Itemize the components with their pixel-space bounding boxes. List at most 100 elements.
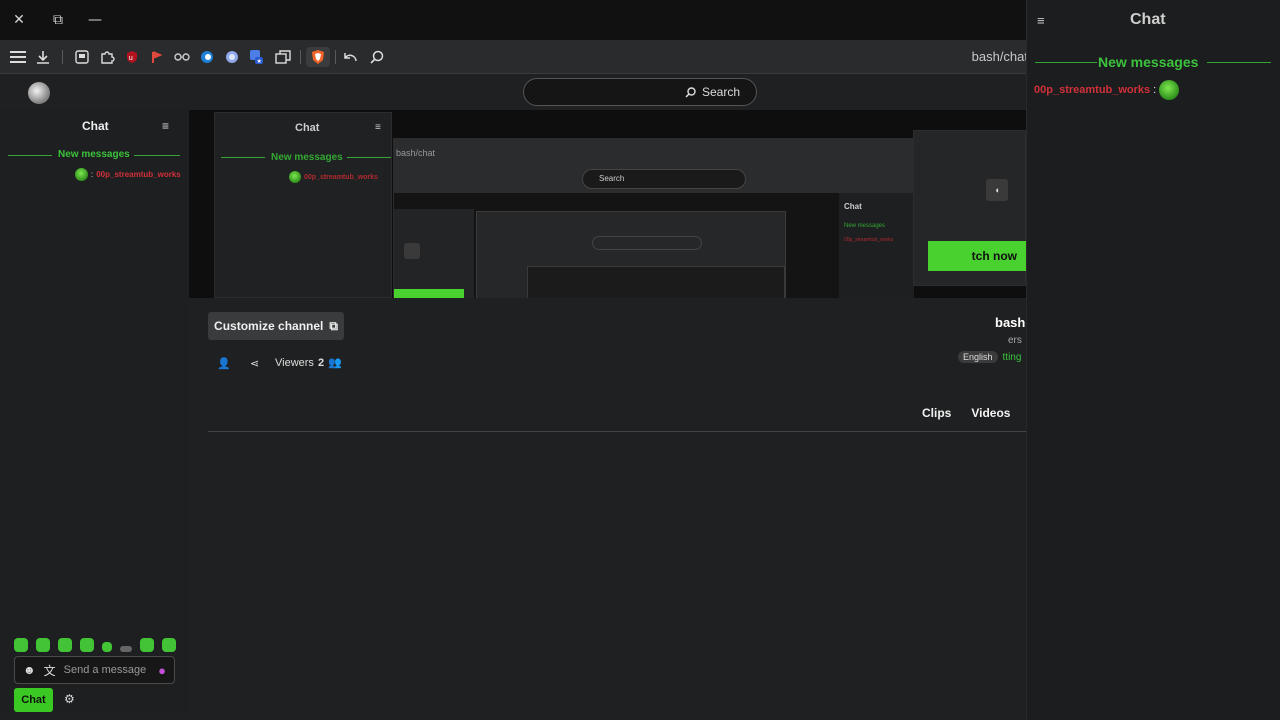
user-avatar[interactable] xyxy=(28,82,50,104)
divider-line xyxy=(1207,62,1271,63)
nested-chat-message: 00p_streamtub_works xyxy=(289,171,378,183)
minimize-window-icon[interactable]: — xyxy=(85,10,105,30)
flag-icon[interactable] xyxy=(146,47,166,67)
viewers-icon: 👥 xyxy=(328,357,342,369)
share-icon[interactable]: ⋖ xyxy=(250,357,259,370)
divider-line xyxy=(134,155,180,156)
viewers-number: 2 xyxy=(317,356,325,369)
add-friend-icon[interactable]: 👤 xyxy=(217,357,231,370)
nested-username-2: 00p_streamtub_works xyxy=(844,237,894,243)
customize-channel-button[interactable]: Customize channel ⧉ xyxy=(208,312,344,340)
divider-line xyxy=(8,155,52,156)
emote-icon[interactable] xyxy=(140,638,154,652)
nested-new-messages-2: New messages xyxy=(844,223,886,229)
emote-icon[interactable] xyxy=(36,638,50,652)
channel-category: English tting xyxy=(958,351,1021,363)
chat-collapse-icon[interactable]: ≡ xyxy=(162,119,169,133)
address-bar-url[interactable]: bash/chat xyxy=(972,49,1028,64)
channel-followers: ers xyxy=(1008,335,1022,346)
edge-icon[interactable] xyxy=(197,47,217,67)
search-icon xyxy=(685,86,696,98)
frog-emote-icon xyxy=(1159,80,1180,100)
nested-page: Chat New messages 00p_streamtub_works xyxy=(394,193,914,298)
watch-now-button: tch now xyxy=(928,241,1026,271)
menu-icon[interactable] xyxy=(8,47,28,67)
circle-icon[interactable] xyxy=(222,47,242,67)
message-input[interactable]: ☻ 文 Send a message ● xyxy=(14,656,175,684)
tab-videos[interactable]: Videos xyxy=(971,406,1010,420)
tab-clips[interactable]: Clips xyxy=(922,406,951,420)
tab-icon[interactable] xyxy=(273,47,293,67)
chat-title: Chat xyxy=(82,119,109,133)
nested-chat-panel: Chat ≡ New messages 00p_streamtub_works xyxy=(214,112,392,298)
language-tag[interactable]: English xyxy=(958,351,998,363)
emote-bar xyxy=(14,638,176,652)
viewer-count: Viewers 2 👥 xyxy=(275,356,342,370)
category-link[interactable]: tting xyxy=(1003,352,1022,363)
download-icon[interactable] xyxy=(33,47,53,67)
emote-icon[interactable] xyxy=(58,638,72,652)
emoji-icon[interactable]: ☻ xyxy=(23,663,36,677)
toolbar-divider xyxy=(62,50,63,64)
volume-icon: ◖ xyxy=(986,179,1008,201)
screenshot-icon[interactable] xyxy=(72,47,92,67)
message-placeholder: Send a message xyxy=(63,664,147,676)
message-username[interactable]: 00p_streamtub_works xyxy=(1034,84,1150,96)
glasses-icon[interactable] xyxy=(172,47,192,67)
nested-search-2 xyxy=(592,236,702,250)
search-icon[interactable] xyxy=(367,47,387,67)
chat-title: Chat xyxy=(1130,11,1166,28)
ublock-icon[interactable]: u xyxy=(122,47,142,67)
chat-message: : 00p_streamtub_works xyxy=(75,168,181,181)
nested-watch-button xyxy=(394,289,464,298)
message-separator: : xyxy=(91,170,94,179)
extensions-icon[interactable] xyxy=(97,47,117,67)
chat-message: 00p_streamtub_works : xyxy=(1034,80,1180,100)
nested-chat-title: Chat xyxy=(295,122,320,134)
settings-gear-icon[interactable]: ⚙ xyxy=(64,692,75,706)
nested-volume-icon xyxy=(404,243,420,259)
new-messages-label: New messages xyxy=(58,149,130,160)
divider-line xyxy=(221,157,265,158)
chat-send-button[interactable]: Chat xyxy=(14,688,53,712)
nested-browser: bash/chat Search Chat New messages 00p_s… xyxy=(393,138,914,298)
stream-player[interactable]: Chat ≡ New messages 00p_streamtub_works … xyxy=(189,110,1026,298)
svg-text:★: ★ xyxy=(257,58,262,65)
nested-player-card xyxy=(394,209,474,298)
translate-icon[interactable]: 文 xyxy=(44,662,56,679)
page-content: Search Chat ≡ New messages : 00p_streamt… xyxy=(0,74,1026,720)
divider-line xyxy=(1035,62,1097,63)
nested-collapse-icon: ≡ xyxy=(375,122,381,133)
search-bar[interactable]: Search xyxy=(523,78,757,106)
toolbar-divider xyxy=(335,50,336,64)
emote-icon[interactable] xyxy=(102,642,112,652)
nested-browser-2 xyxy=(476,211,786,298)
microphone-icon[interactable]: ● xyxy=(158,663,166,678)
search-label: Search xyxy=(701,85,740,99)
channel-tabs: Clips Videos xyxy=(922,406,1010,420)
restore-window-icon[interactable]: ⧉ xyxy=(48,10,68,30)
frog-emote-icon xyxy=(75,168,88,181)
emote-icon[interactable] xyxy=(162,638,176,652)
message-separator: : xyxy=(1153,84,1157,96)
emote-icon[interactable] xyxy=(80,638,94,652)
svg-text:u: u xyxy=(129,54,133,62)
divider-line xyxy=(347,157,391,158)
channel-name: bash xyxy=(995,315,1026,330)
nested-chat-title-2: Chat xyxy=(844,202,862,211)
message-username[interactable]: 00p_streamtub_works xyxy=(96,170,180,179)
viewers-label: Viewers xyxy=(275,356,314,369)
nested-chat-panel-2: Chat New messages 00p_streamtub_works xyxy=(839,193,914,298)
external-link-icon: ⧉ xyxy=(329,318,338,333)
nested-url: bash/chat xyxy=(396,148,436,158)
emote-icon[interactable] xyxy=(14,638,28,652)
back-icon[interactable] xyxy=(340,47,360,67)
customize-channel-label: Customize channel xyxy=(214,319,324,333)
chat-collapse-icon[interactable]: ≡ xyxy=(1037,13,1045,28)
close-window-icon[interactable]: ✕ xyxy=(9,10,29,30)
translate-icon[interactable]: ★ xyxy=(247,47,267,67)
brave-shield-icon[interactable] xyxy=(306,47,330,67)
left-chat-panel: Chat ≡ New messages : 00p_streamtub_work… xyxy=(0,109,188,714)
toolbar-divider xyxy=(300,50,301,64)
emote-icon[interactable] xyxy=(120,646,132,652)
